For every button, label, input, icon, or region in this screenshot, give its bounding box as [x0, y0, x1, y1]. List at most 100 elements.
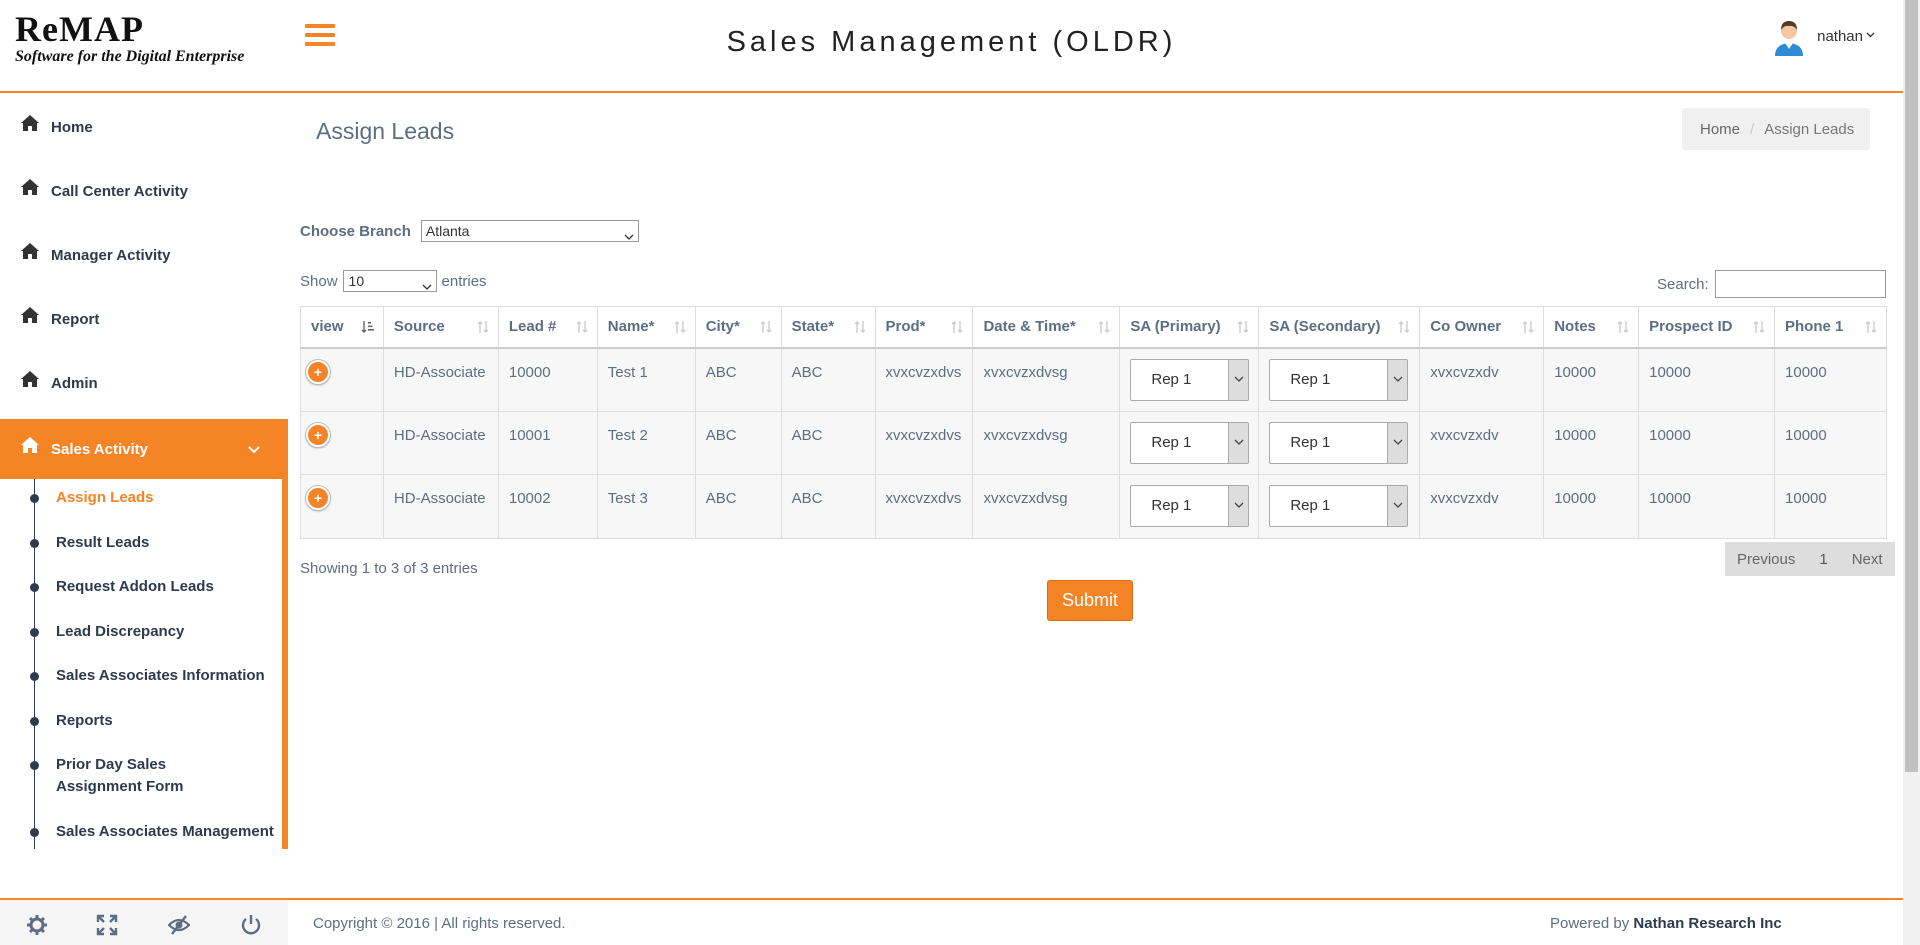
home-icon: [20, 306, 40, 324]
pagination-next[interactable]: Next: [1840, 551, 1895, 568]
sa-secondary-select[interactable]: Rep 1: [1269, 358, 1409, 401]
column-header-phone-1[interactable]: Phone 1: [1774, 306, 1887, 349]
sort-icon: [575, 320, 589, 334]
table-search: Search:: [1657, 270, 1886, 298]
branch-select[interactable]: Atlanta: [420, 220, 639, 242]
view-cell: +: [300, 474, 384, 539]
state-cell: ABC: [780, 347, 876, 412]
sa-primary-select[interactable]: Rep 1: [1130, 485, 1250, 527]
chevron-down-icon: [422, 276, 431, 290]
lead-number-cell: 10001: [497, 410, 598, 475]
column-header-name[interactable]: Name*: [596, 306, 696, 349]
table-row: + HD-Associate 10000 Test 1 ABC ABC xvxc…: [300, 347, 1887, 412]
co-owner-cell: xvxcvzxdv: [1419, 347, 1545, 412]
column-header-city[interactable]: City*: [694, 306, 782, 349]
state-cell: ABC: [780, 410, 876, 475]
page-length-control: Show 10 entries: [300, 270, 487, 292]
page-scrollbar[interactable]: [1903, 0, 1920, 945]
submenu-item-sales-associates-information[interactable]: Sales Associates Information: [0, 665, 282, 687]
submenu-item-assign-leads[interactable]: Assign Leads: [0, 487, 282, 509]
column-header-state[interactable]: State*: [780, 306, 876, 349]
submenu-item-reports[interactable]: Reports: [0, 710, 282, 732]
gear-icon[interactable]: [26, 914, 48, 936]
header: ReMAP Software for the Digital Enterpris…: [0, 0, 1903, 93]
co-owner-cell: xvxcvzxdv: [1419, 474, 1545, 539]
copyright-text: Copyright © 2016 | All rights reserved.: [313, 915, 566, 932]
show-label: Show: [300, 272, 338, 290]
page-length-value: 10: [348, 273, 365, 289]
table-header-row: view Source Lead # Name* City* State* Pr…: [300, 306, 1887, 349]
prospect-id-cell: 10000: [1638, 410, 1776, 475]
city-cell: ABC: [694, 474, 782, 539]
user-menu[interactable]: nathan: [1771, 18, 1875, 56]
sort-icon: [1097, 320, 1111, 334]
submenu-item-sales-associates-management[interactable]: Sales Associates Management: [0, 821, 282, 843]
column-header-view[interactable]: view: [300, 306, 384, 349]
sidebar-item-call-center-activity[interactable]: Call Center Activity: [0, 159, 288, 223]
city-cell: ABC: [694, 347, 782, 412]
scrollbar-thumb[interactable]: [1905, 0, 1918, 772]
sidebar-item-sales-activity[interactable]: Sales Activity: [0, 419, 288, 479]
submenu-item-lead-discrepancy[interactable]: Lead Discrepancy: [0, 621, 282, 643]
date-time-cell: xvxcvzxdvsg: [972, 474, 1121, 539]
app-title: Sales Management (OLDR): [726, 26, 1177, 58]
sales-activity-submenu: Assign Leads Result Leads Request Addon …: [0, 479, 288, 849]
eye-slash-icon[interactable]: [167, 914, 191, 936]
source-cell: HD-Associate: [382, 474, 499, 539]
column-header-co-owner[interactable]: Co Owner: [1419, 306, 1545, 349]
sa-secondary-select[interactable]: Rep 1: [1269, 485, 1409, 527]
chevron-down-icon: [1228, 359, 1249, 400]
avatar: [1771, 18, 1807, 56]
chevron-down-icon: [1387, 359, 1408, 400]
column-header-source[interactable]: Source: [382, 306, 499, 349]
column-header-prod[interactable]: Prod*: [874, 306, 974, 349]
search-input[interactable]: [1714, 270, 1886, 298]
sa-primary-cell: Rep 1: [1119, 410, 1260, 475]
sa-secondary-select[interactable]: Rep 1: [1269, 421, 1409, 464]
prod-cell: xvxcvzxdvs: [874, 347, 974, 412]
sa-primary-select[interactable]: Rep 1: [1130, 421, 1250, 464]
date-time-cell: xvxcvzxdvsg: [972, 410, 1121, 475]
view-cell: +: [300, 347, 384, 412]
sidebar-item-report[interactable]: Report: [0, 287, 288, 351]
home-icon: [20, 114, 40, 132]
sidebar-item-home[interactable]: Home: [0, 95, 288, 159]
power-icon[interactable]: [240, 914, 262, 936]
expand-row-button[interactable]: +: [306, 422, 330, 447]
submenu-item-request-addon-leads[interactable]: Request Addon Leads: [0, 576, 282, 598]
column-header-prospect-id[interactable]: Prospect ID: [1638, 306, 1776, 349]
notes-cell: 10000: [1543, 474, 1640, 539]
page-title: Assign Leads: [316, 118, 455, 144]
sa-primary-select[interactable]: Rep 1: [1130, 358, 1250, 401]
breadcrumb-current: Assign Leads: [1764, 120, 1855, 138]
breadcrumb-home-link[interactable]: Home: [1700, 121, 1740, 138]
page-length-select[interactable]: 10: [342, 270, 437, 292]
expand-row-button[interactable]: +: [306, 486, 330, 510]
phone-1-cell: 10000: [1774, 474, 1887, 539]
search-label: Search:: [1657, 275, 1709, 293]
column-header-lead-number[interactable]: Lead #: [497, 306, 598, 349]
expand-icon[interactable]: [96, 914, 118, 936]
branch-chooser: Choose Branch Atlanta: [300, 220, 639, 242]
sidebar-item-admin[interactable]: Admin: [0, 351, 288, 415]
pagination-previous[interactable]: Previous: [1725, 551, 1807, 568]
column-header-sa-primary[interactable]: SA (Primary): [1119, 306, 1260, 349]
sa-primary-cell: Rep 1: [1119, 474, 1260, 539]
sidebar-item-label: Sales Activity: [51, 440, 148, 458]
co-owner-cell: xvxcvzxdv: [1419, 410, 1545, 475]
column-header-sa-secondary[interactable]: SA (Secondary): [1258, 306, 1421, 349]
phone-1-cell: 10000: [1774, 347, 1887, 412]
pagination-page-1[interactable]: 1: [1807, 551, 1839, 568]
column-header-date-time[interactable]: Date & Time*: [972, 306, 1121, 349]
powered-by-company[interactable]: Nathan Research Inc: [1633, 915, 1781, 932]
expand-row-button[interactable]: +: [306, 359, 330, 384]
footer-toolbar: [0, 900, 288, 945]
table-row: + HD-Associate 10002 Test 3 ABC ABC xvxc…: [300, 474, 1887, 539]
submit-button[interactable]: Submit: [1047, 580, 1133, 621]
column-header-notes[interactable]: Notes: [1543, 306, 1640, 349]
prod-cell: xvxcvzxdvs: [874, 410, 974, 475]
sidebar-item-manager-activity[interactable]: Manager Activity: [0, 223, 288, 287]
name-cell: Test 2: [596, 410, 696, 475]
submenu-item-prior-day-sales-assignment-form[interactable]: Prior Day Sales Assignment Form: [0, 754, 220, 798]
submenu-item-result-leads[interactable]: Result Leads: [0, 532, 282, 554]
